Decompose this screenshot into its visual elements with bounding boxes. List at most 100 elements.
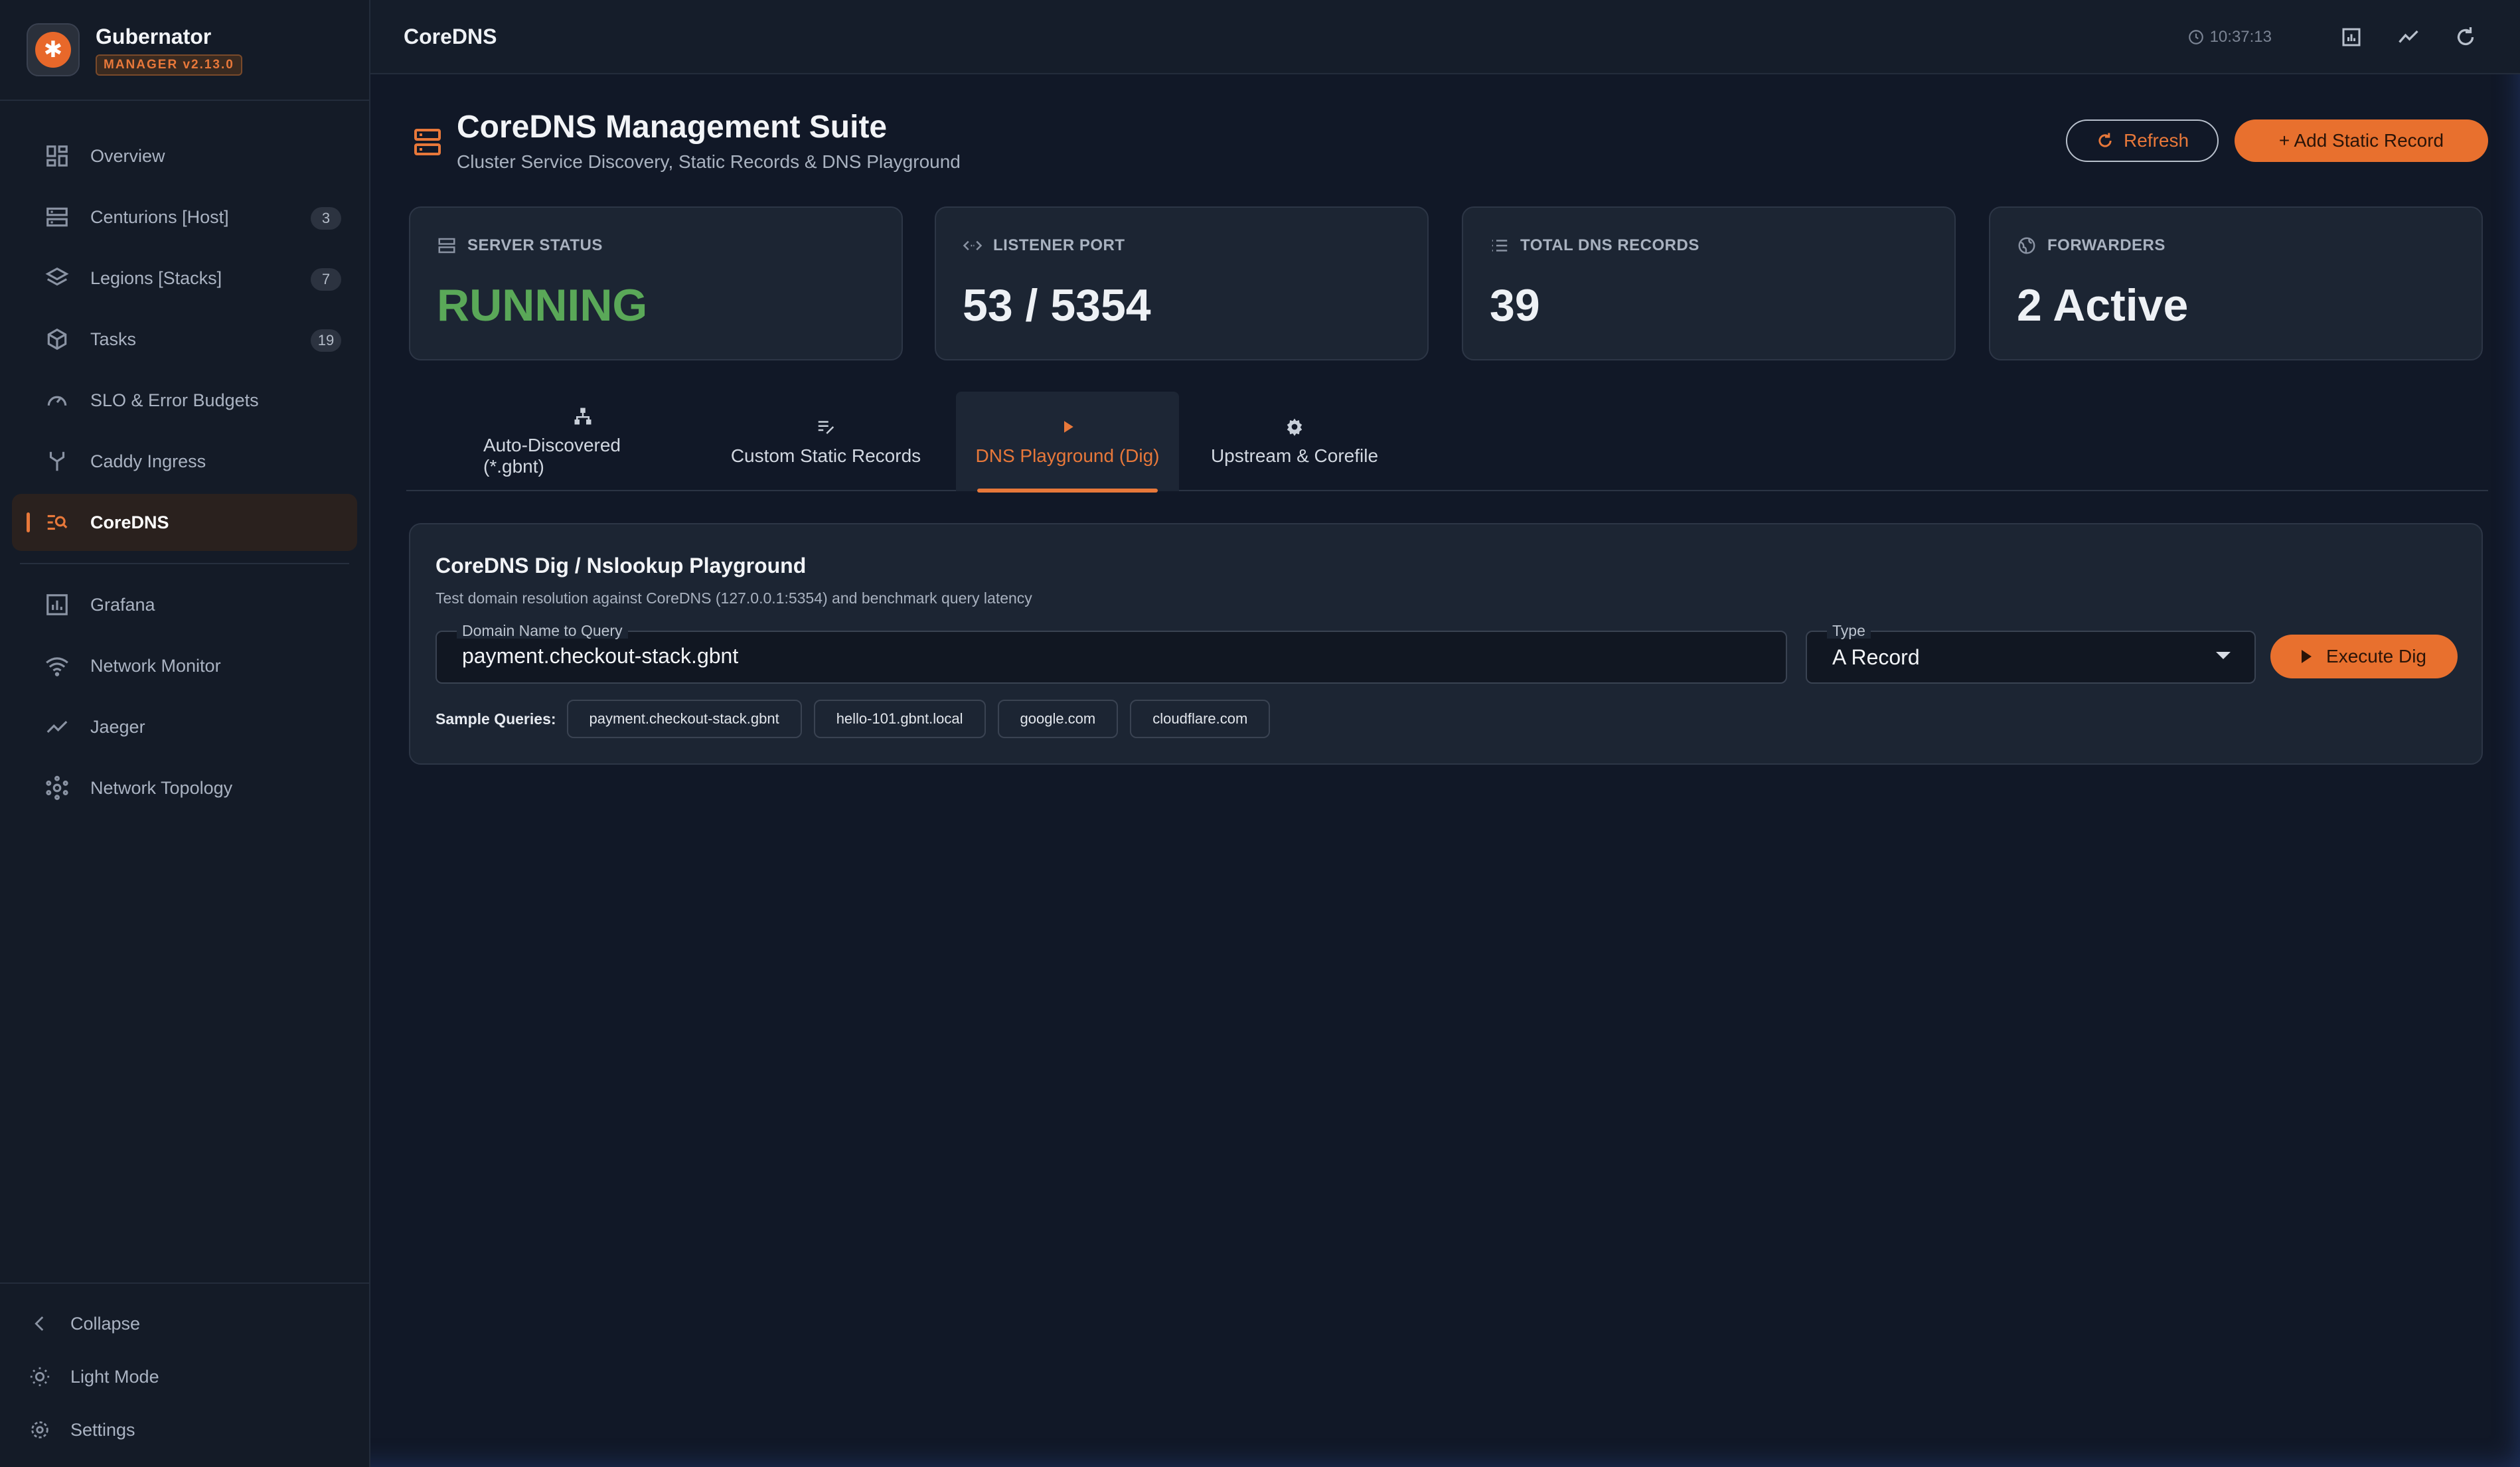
server-icon: [44, 204, 70, 230]
cube-icon: [44, 326, 70, 352]
sidebar-item-label: SLO & Error Budgets: [90, 390, 259, 410]
add-label: + Add Static Record: [2278, 130, 2444, 151]
sidebar-item-label: Overview: [90, 145, 165, 166]
tab-label: Upstream & Corefile: [1210, 445, 1379, 466]
tab-auto-discovered[interactable]: Auto-Discovered (*.gbnt): [483, 392, 682, 491]
stat-card-total-records: TOTAL DNS RECORDS 39: [1462, 206, 1956, 360]
sidebar-item-slo[interactable]: SLO & Error Budgets: [12, 372, 357, 429]
layers-icon: [44, 265, 70, 291]
chevron-down-icon: [2216, 652, 2231, 659]
chevron-left-icon: [28, 1312, 52, 1336]
tab-label: Custom Static Records: [730, 445, 921, 466]
panel-subtitle: Test domain resolution against CoreDNS (…: [435, 589, 1032, 607]
stat-card-listener-port: LISTENER PORT 53 / 5354: [935, 206, 1429, 360]
execute-dig-button[interactable]: Execute Dig: [2270, 635, 2458, 678]
theme-toggle[interactable]: Light Mode: [0, 1350, 369, 1403]
gear-icon: [1284, 416, 1305, 437]
tab-label: DNS Playground (Dig): [975, 445, 1160, 466]
sidebar-item-label: Legions [Stacks]: [90, 268, 222, 288]
domain-input[interactable]: [462, 644, 1758, 668]
type-select[interactable]: Type A Record: [1806, 623, 2256, 684]
sidebar-item-label: Network Monitor: [90, 655, 221, 676]
panel-title: CoreDNS Dig / Nslookup Playground: [435, 554, 807, 578]
play-icon: [1057, 416, 1078, 437]
sidebar-item-centurions[interactable]: Centurions [Host] 3: [12, 189, 357, 246]
hub-icon: [44, 775, 70, 801]
sidebar-item-caddy[interactable]: Caddy Ingress: [12, 433, 357, 490]
sample-query-chip[interactable]: google.com: [997, 700, 1119, 738]
edit-list-icon: [815, 416, 836, 437]
theme-label: Light Mode: [70, 1366, 159, 1387]
sidebar-item-network-topology[interactable]: Network Topology: [12, 759, 357, 816]
sidebar-item-label: Network Topology: [90, 777, 233, 798]
settings-button[interactable]: Settings: [0, 1403, 369, 1456]
refresh-icon: [2098, 133, 2112, 147]
sidebar-item-grafana[interactable]: Grafana: [12, 576, 357, 633]
sidebar: ✱ Gubernator MANAGER v2.13.0 Overview Ce…: [0, 0, 370, 1467]
count-badge: 7: [311, 268, 341, 291]
stat-label: FORWARDERS: [2047, 236, 2166, 254]
trend-icon: [44, 714, 70, 740]
count-badge: 19: [311, 329, 341, 352]
sidebar-item-coredns[interactable]: CoreDNS: [12, 494, 357, 551]
sidebar-item-label: CoreDNS: [90, 512, 169, 532]
settings-label: Settings: [70, 1419, 135, 1440]
tab-upstream-corefile[interactable]: Upstream & Corefile: [1200, 392, 1389, 491]
server-icon: [438, 238, 455, 254]
sidebar-item-legions[interactable]: Legions [Stacks] 7: [12, 250, 357, 307]
suite-title: CoreDNS Management Suite: [457, 110, 888, 145]
stat-label: LISTENER PORT: [993, 236, 1125, 254]
sidebar-footer: Collapse Light Mode Settings: [0, 1282, 369, 1467]
sample-query-chip[interactable]: payment.checkout-stack.gbnt: [566, 700, 802, 738]
stat-value: 53 / 5354: [963, 280, 1151, 331]
sample-query-chip[interactable]: cloudflare.com: [1130, 700, 1271, 738]
brand-logo-icon[interactable]: ✱: [27, 23, 80, 76]
gauge-icon: [44, 387, 70, 414]
stat-value: 2 Active: [2017, 280, 2189, 331]
type-select-value: A Record: [1832, 645, 1920, 669]
refresh-button[interactable]: Refresh: [2066, 119, 2219, 162]
sidebar-item-tasks[interactable]: Tasks 19: [12, 311, 357, 368]
execute-label: Execute Dig: [2326, 646, 2426, 666]
tab-dns-playground[interactable]: DNS Playground (Dig): [956, 392, 1179, 493]
trend-icon[interactable]: [2394, 23, 2423, 52]
chart-icon: [44, 591, 70, 618]
gear-icon: [28, 1418, 52, 1442]
sidebar-item-label: Grafana: [90, 594, 155, 615]
sample-queries: Sample Queries: payment.checkout-stack.g…: [435, 700, 1282, 738]
tab-label: Auto-Discovered (*.gbnt): [483, 435, 621, 477]
domain-field-label: Domain Name to Query: [457, 623, 628, 639]
page-title: CoreDNS: [404, 24, 497, 48]
top-bar: CoreDNS 10:37:13: [370, 0, 2520, 74]
fork-icon: [44, 448, 70, 475]
stat-value: RUNNING: [437, 280, 648, 331]
sample-query-chip[interactable]: hello-101.gbnt.local: [813, 700, 986, 738]
list-icon: [1492, 240, 1508, 252]
add-static-record-button[interactable]: + Add Static Record: [2235, 119, 2488, 162]
stat-value: 39: [1490, 280, 1540, 331]
app-window: ✱ Gubernator MANAGER v2.13.0 Overview Ce…: [0, 0, 2520, 1467]
collapse-button[interactable]: Collapse: [0, 1297, 369, 1350]
play-icon: [2302, 650, 2312, 663]
sidebar-item-label: Caddy Ingress: [90, 451, 206, 471]
brand: ✱ Gubernator MANAGER v2.13.0: [0, 0, 369, 101]
clock-icon: [2188, 30, 2203, 44]
stat-card-forwarders: FORWARDERS 2 Active: [1989, 206, 2483, 360]
nav-divider: [20, 563, 349, 564]
sun-icon: [28, 1365, 52, 1389]
tab-custom-static-records[interactable]: Custom Static Records: [722, 392, 929, 491]
sidebar-item-label: Jaeger: [90, 716, 145, 737]
server-icon: [412, 126, 443, 158]
sidebar-item-network-monitor[interactable]: Network Monitor: [12, 637, 357, 694]
wifi-icon: [44, 653, 70, 679]
sidebar-item-jaeger[interactable]: Jaeger: [12, 698, 357, 755]
sidebar-nav: Overview Centurions [Host] 3 Legions [St…: [0, 101, 369, 816]
version-badge: MANAGER v2.13.0: [96, 54, 242, 76]
sidebar-item-overview[interactable]: Overview: [12, 127, 357, 185]
refresh-icon[interactable]: [2451, 23, 2480, 52]
refresh-label: Refresh: [2123, 130, 2189, 151]
stats-icon[interactable]: [2337, 23, 2366, 52]
count-badge: 3: [311, 207, 341, 230]
sidebar-item-label: Tasks: [90, 329, 137, 349]
tab-bar: Auto-Discovered (*.gbnt) Custom Static R…: [406, 392, 2488, 493]
